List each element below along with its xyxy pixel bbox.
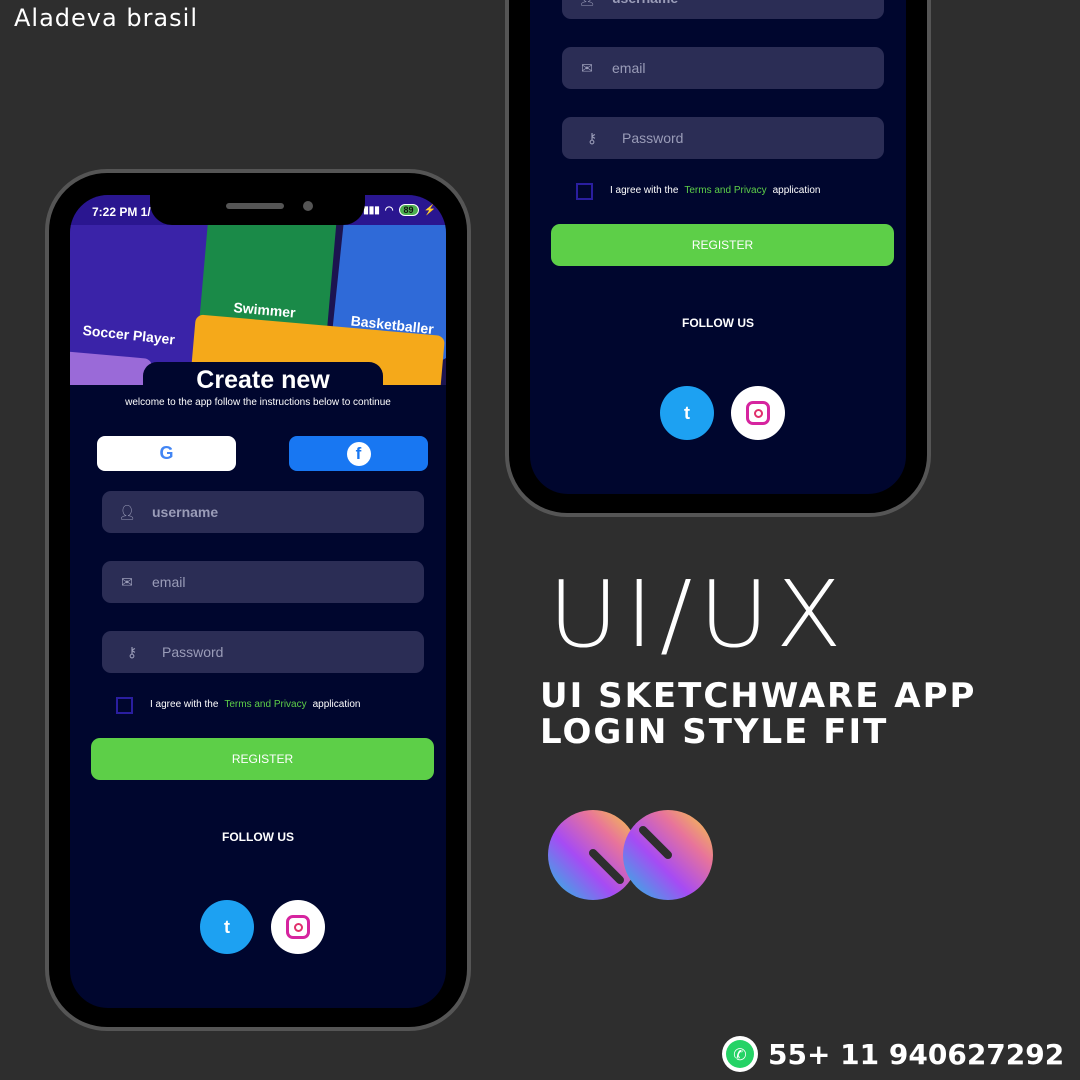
phone-number: 55+ 11 940627292	[768, 1037, 1065, 1071]
agree-text: I agree with the Terms and Privacy applica…	[150, 699, 360, 710]
key-icon: ⚷	[586, 129, 598, 146]
register-button[interactable]: REGISTER	[551, 224, 894, 266]
google-icon: G	[159, 443, 174, 463]
username-input[interactable]: 👤︎ username	[102, 491, 424, 533]
page-title: Create new	[143, 362, 383, 398]
app-screen: 7:22 PM 1/ ▮▮▮ ◠ 89 ⚡ Soccer Player Swimmer…	[70, 195, 446, 1008]
agree-suffix: application	[312, 699, 361, 710]
agree-text: I agree with the Terms and Privacy applica…	[610, 185, 820, 196]
email-placeholder: email	[152, 574, 186, 590]
app-screen: 7:22 PM 1/ ▮▮▮◠89⚡ Soccer Player Swimmer…	[530, 0, 906, 494]
sports-banner: Soccer Player Swimmer Basketballer	[70, 225, 446, 385]
signal-icon: ▮▮▮	[363, 204, 380, 216]
twitter-icon: t	[684, 402, 690, 423]
subtitle: welcome to the app follow the instructio…	[125, 397, 391, 408]
status-time: 7:22 PM 1/	[92, 205, 151, 219]
battery-icon: 89	[398, 204, 419, 216]
key-icon: ⚷	[126, 643, 138, 660]
agree-prefix: I agree with the	[610, 185, 679, 196]
wifi-icon: ◠	[384, 204, 394, 216]
instagram-icon	[286, 915, 310, 939]
password-input[interactable]: ⚷ Password	[102, 631, 424, 673]
brand-label: Aladeva brasil	[14, 4, 198, 32]
promo-title: UI/UX	[548, 561, 849, 668]
instagram-button[interactable]	[731, 386, 785, 440]
agree-suffix: application	[772, 185, 821, 196]
charging-icon: ⚡	[423, 204, 436, 216]
terms-link[interactable]: Terms and Privacy	[684, 185, 766, 196]
instagram-icon	[746, 401, 770, 425]
phone-mockup-front: 7:22 PM 1/ ▮▮▮ ◠ 89 ⚡ Soccer Player Swimmer…	[45, 169, 471, 1031]
email-input[interactable]: ✉ email	[102, 561, 424, 603]
status-icons: ▮▮▮ ◠ 89 ⚡	[363, 204, 436, 216]
username-placeholder: username	[612, 0, 678, 6]
promo-heading: UI SKETCHWARE APP LOGIN STYLE FIT	[540, 678, 976, 750]
username-placeholder: username	[152, 504, 219, 520]
phone-mockup-back: 7:22 PM 1/ ▮▮▮◠89⚡ Soccer Player Swimmer…	[505, 0, 931, 517]
follow-us-label: FOLLOW US	[682, 316, 754, 330]
facebook-login-button[interactable]: f	[289, 436, 428, 471]
password-placeholder: Password	[622, 130, 684, 146]
agree-prefix: I agree with the	[150, 699, 219, 710]
terms-link[interactable]: Terms and Privacy	[224, 699, 306, 710]
email-placeholder: email	[612, 60, 646, 76]
google-login-button[interactable]: G	[97, 436, 236, 471]
instagram-button[interactable]	[271, 900, 325, 954]
promo-line-2: LOGIN STYLE FIT	[540, 712, 889, 752]
promo-line-1: UI SKETCHWARE APP	[540, 676, 977, 716]
username-input[interactable]: 👤︎username	[562, 0, 884, 19]
agree-checkbox[interactable]	[116, 697, 133, 714]
contact: ✆ 55+ 11 940627292	[722, 1036, 1064, 1072]
user-icon: 👤︎	[562, 0, 612, 7]
user-icon: 👤︎	[118, 503, 136, 520]
password-placeholder: Password	[162, 644, 224, 660]
twitter-button[interactable]: t	[660, 386, 714, 440]
mail-icon: ✉	[121, 573, 133, 590]
whatsapp-icon: ✆	[722, 1036, 758, 1072]
twitter-icon: t	[224, 916, 230, 937]
twitter-button[interactable]: t	[200, 900, 254, 954]
email-input[interactable]: ✉ email	[562, 47, 884, 89]
infinity-logo	[548, 810, 713, 900]
password-input[interactable]: ⚷ Password	[562, 117, 884, 159]
notch	[150, 195, 365, 225]
agree-checkbox[interactable]	[576, 183, 593, 200]
register-button[interactable]: REGISTER	[91, 738, 434, 780]
follow-us-label: FOLLOW US	[222, 830, 294, 844]
mail-icon: ✉	[581, 59, 593, 76]
facebook-icon: f	[346, 441, 371, 466]
